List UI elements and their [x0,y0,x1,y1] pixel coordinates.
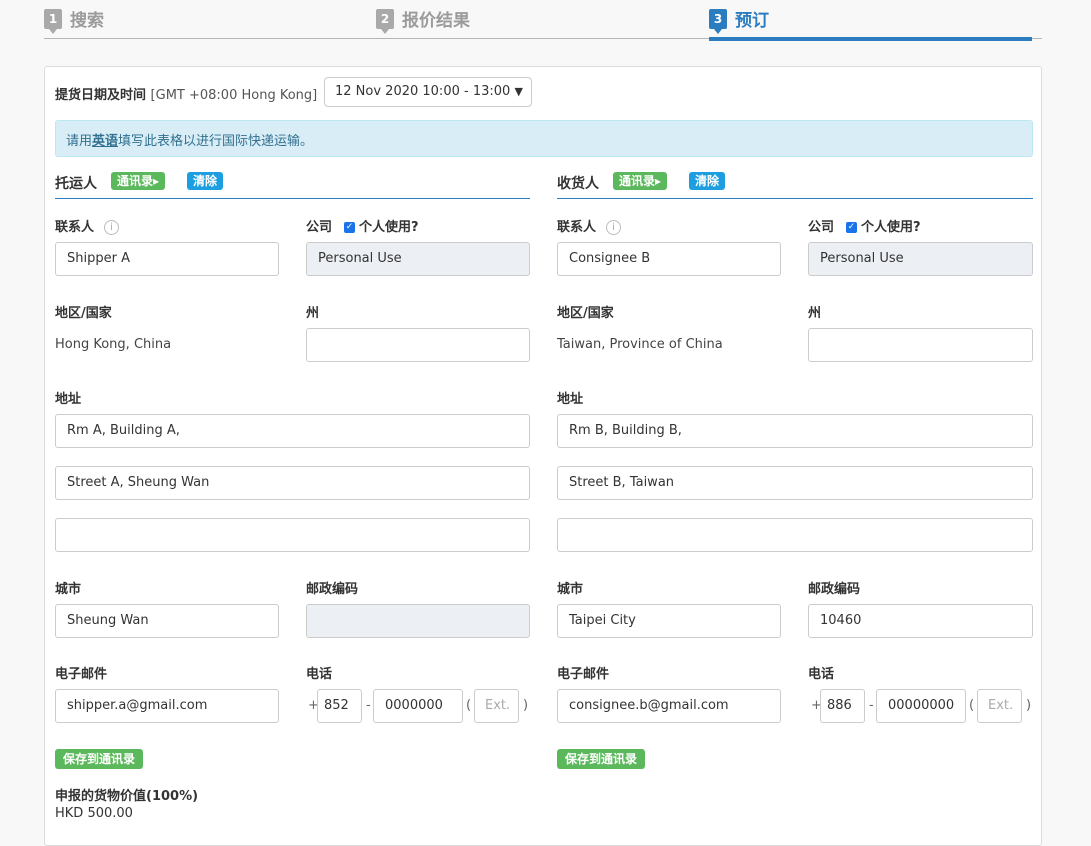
consignee-company-input[interactable]: Personal Use [808,242,1033,276]
consignee-address-line1[interactable]: Rm B, Building B, [557,414,1033,448]
pickup-datetime-label: 提货日期及时间 [GMT +08:00 Hong Kong] [55,84,317,103]
phone-open-paren: ( [969,698,975,713]
personal-use-label: 个人使用? [861,220,921,235]
consignee-phone-label: 电话 [808,667,835,682]
consignee-email-input[interactable]: consignee.b@gmail.com [557,689,781,723]
consignee-phone-number[interactable]: 00000000 [876,689,966,723]
shipper-address-label: 地址 [55,392,82,407]
personal-use-checkbox[interactable]: ✓ [344,222,356,233]
consignee-country-value: Taiwan, Province of China [557,337,723,352]
shipper-country-value: Hong Kong, China [55,337,172,352]
step-number-badge: 2 [376,8,394,34]
declared-value-label: 申报的货物价值(100%) [55,789,199,804]
step-booking[interactable]: 3 预订 [709,6,769,34]
consignee-address-book-button[interactable]: 通讯录▸ [613,172,668,190]
shipper-email-input[interactable]: shipper.a@gmail.com [55,689,279,723]
step-number-badge: 3 [709,8,727,34]
consignee-postal-input[interactable]: 10460 [808,604,1033,638]
progress-steps: 1 搜索 2 报价结果 3 预订 [44,0,1042,42]
shipper-postal-label: 邮政编码 [306,582,359,597]
shipper-phone-country-code[interactable]: 852 [317,689,362,723]
english-notice-alert: 请用英语填写此表格以进行国际快递运输。 [55,120,1033,157]
consignee-postal-label: 邮政编码 [808,582,861,597]
phone-close-paren: ) [523,698,529,713]
alert-suffix: 填写此表格以进行国际快递运输。 [118,134,314,149]
info-icon[interactable]: i [104,220,120,235]
label-text: 联系人 [55,220,95,235]
info-icon[interactable]: i [606,220,622,235]
shipper-clear-button[interactable]: 清除 [187,172,224,190]
consignee-contact-label: 联系人 i [557,216,622,235]
alert-emphasis: 英语 [92,134,119,149]
shipper-title: 托运人 [55,176,97,192]
shipper-contact-label: 联系人 i [55,216,120,235]
phone-close-paren: ) [1026,698,1032,713]
label-text: 公司 [306,220,333,235]
personal-use-label: 个人使用? [359,220,419,235]
shipper-city-label: 城市 [55,582,82,597]
consignee-phone-country-code[interactable]: 886 [820,689,865,723]
address-book-label: 通讯录 [619,174,656,188]
shipper-address-book-button[interactable]: 通讯录▸ [111,172,166,190]
consignee-state-label: 州 [808,306,822,321]
consignee-address-line3[interactable] [557,518,1033,552]
consignee-contact-input[interactable]: Consignee B [557,242,781,276]
consignee-address-label: 地址 [557,392,584,407]
consignee-phone-ext[interactable]: Ext. [977,689,1022,723]
address-book-label: 通讯录 [117,174,154,188]
shipper-city-input[interactable]: Sheung Wan [55,604,279,638]
step-label: 报价结果 [402,11,470,31]
shipper-company-input[interactable]: Personal Use [306,242,530,276]
step-search[interactable]: 1 搜索 [44,6,104,34]
shipper-state-input[interactable] [306,328,530,362]
consignee-city-input[interactable]: Taipei City [557,604,781,638]
shipper-company-label: 公司 ✓ 个人使用? [306,216,419,235]
step-label: 预订 [735,11,769,31]
active-step-indicator [709,37,1032,41]
shipper-phone-label: 电话 [306,667,333,682]
consignee-email-label: 电子邮件 [557,667,610,682]
step-label: 搜索 [70,11,104,31]
shipper-country-label: 地区/国家 [55,306,112,321]
shipper-section-header: 托运人 通讯录▸ 清除 [55,171,530,199]
declared-value-amount: HKD 500.00 [55,806,133,821]
consignee-save-to-address-book-button[interactable]: 保存到通讯录 [557,749,646,769]
consignee-section-header: 收货人 通讯录▸ 清除 [557,171,1033,199]
caret-right-icon: ▸ [655,174,662,188]
consignee-address-line2[interactable]: Street B, Taiwan [557,466,1033,500]
pickup-selected-value: 12 Nov 2020 10:00 - 13:00 [335,84,511,99]
consignee-clear-button[interactable]: 清除 [689,172,726,190]
shipper-address-line1[interactable]: Rm A, Building A, [55,414,530,448]
step-number-badge: 1 [44,8,62,34]
step-quote-results[interactable]: 2 报价结果 [376,6,470,34]
pickup-label-text: 提货日期及时间 [55,88,147,103]
caret-right-icon: ▸ [153,174,160,188]
shipper-save-to-address-book-button[interactable]: 保存到通讯录 [55,749,144,769]
personal-use-checkbox[interactable]: ✓ [846,222,858,233]
chevron-down-icon: ▼ [514,85,523,98]
alert-prefix: 请用 [66,134,93,149]
phone-open-paren: ( [466,698,472,713]
consignee-title: 收货人 [557,176,599,192]
pickup-datetime-select[interactable]: 12 Nov 2020 10:00 - 13:00 ▼ [324,77,532,107]
phone-dash: - [869,698,874,713]
consignee-city-label: 城市 [557,582,584,597]
shipper-email-label: 电子邮件 [55,667,108,682]
shipper-postal-input[interactable] [306,604,530,638]
shipper-address-line3[interactable] [55,518,530,552]
shipper-phone-number[interactable]: 0000000 [373,689,463,723]
shipper-address-line2[interactable]: Street A, Sheung Wan [55,466,530,500]
consignee-country-label: 地区/国家 [557,306,614,321]
consignee-company-label: 公司 ✓ 个人使用? [808,216,921,235]
pickup-timezone: [GMT +08:00 Hong Kong] [150,88,318,103]
shipper-state-label: 州 [306,306,320,321]
label-text: 联系人 [557,220,597,235]
shipper-phone-ext[interactable]: Ext. [474,689,519,723]
label-text: 公司 [808,220,835,235]
consignee-state-input[interactable] [808,328,1033,362]
booking-form-panel: 提货日期及时间 [GMT +08:00 Hong Kong] 12 Nov 20… [44,66,1042,846]
shipper-contact-input[interactable]: Shipper A [55,242,279,276]
phone-dash: - [366,698,371,713]
